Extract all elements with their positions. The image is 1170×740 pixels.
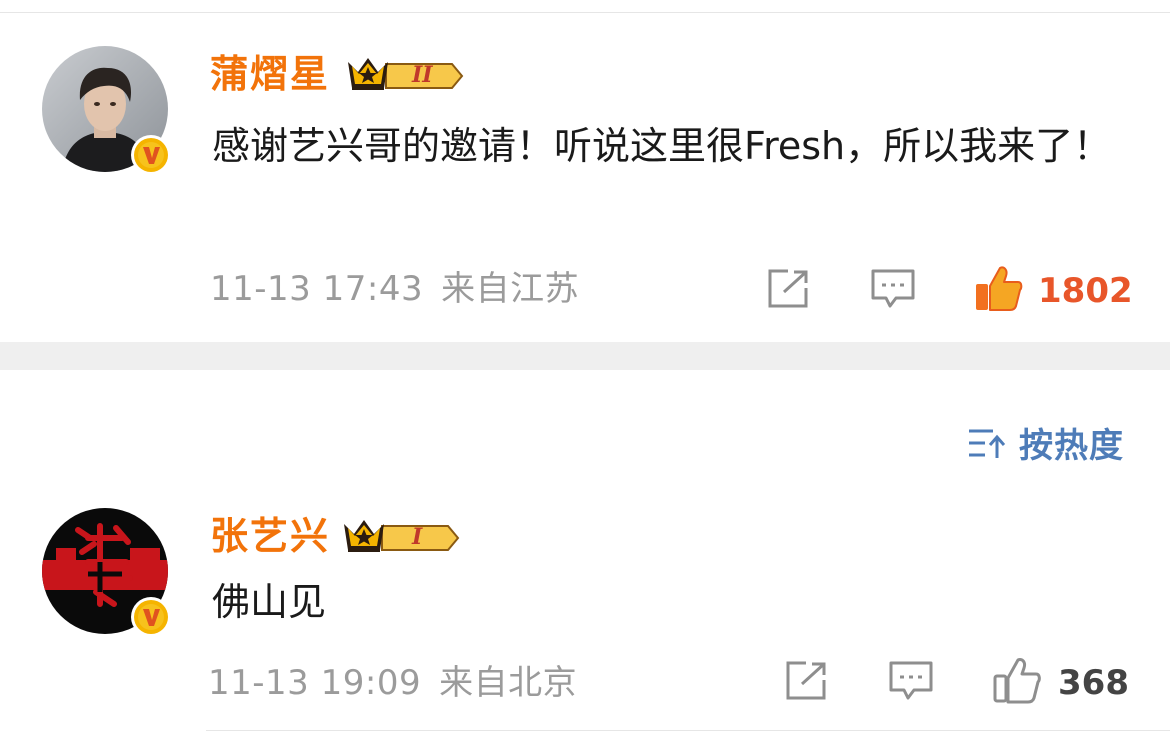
timestamp: 11-13 19:09	[208, 663, 422, 703]
crown-icon[interactable]: I	[342, 516, 460, 560]
thumbs-up-icon[interactable]	[992, 656, 1042, 708]
comment-icon[interactable]	[888, 660, 934, 706]
timestamp: 11-13 17:43	[210, 269, 424, 309]
sort-label: 按热度	[1019, 426, 1124, 466]
sort-icon	[969, 429, 1006, 458]
comment-text: 佛山见	[212, 580, 327, 624]
bottom-divider	[206, 730, 1170, 731]
username[interactable]: 蒲熠星	[210, 55, 330, 93]
verified-v-icon	[130, 596, 172, 638]
like-count: 1802	[1038, 271, 1133, 311]
like-count: 368	[1058, 663, 1129, 703]
sort-by-hot-button[interactable]: 按热度	[967, 418, 1124, 467]
crown-icon[interactable]: II	[346, 54, 464, 98]
verified-v-icon	[130, 134, 172, 176]
username[interactable]: 张艺兴	[210, 517, 330, 555]
thumbs-up-icon[interactable]	[974, 264, 1024, 316]
comment-item: 蒲熠星 II 感谢艺兴哥的邀请！听说这里很Fresh，所以我来了！ 11-13 …	[0, 0, 1170, 342]
share-icon[interactable]	[784, 660, 830, 706]
rank-label: I	[412, 524, 423, 550]
section-separator	[0, 342, 1170, 370]
location: 来自北京	[439, 663, 578, 703]
comment-text: 感谢艺兴哥的邀请！听说这里很Fresh，所以我来了！	[212, 124, 1112, 168]
location: 来自江苏	[441, 269, 580, 309]
share-icon[interactable]	[766, 268, 812, 314]
rank-label: II	[412, 62, 433, 88]
comment-meta: 11-13 19:09 来自北京	[208, 666, 595, 700]
comment-icon[interactable]	[870, 268, 916, 314]
comment-meta: 11-13 17:43 来自江苏	[210, 272, 597, 306]
